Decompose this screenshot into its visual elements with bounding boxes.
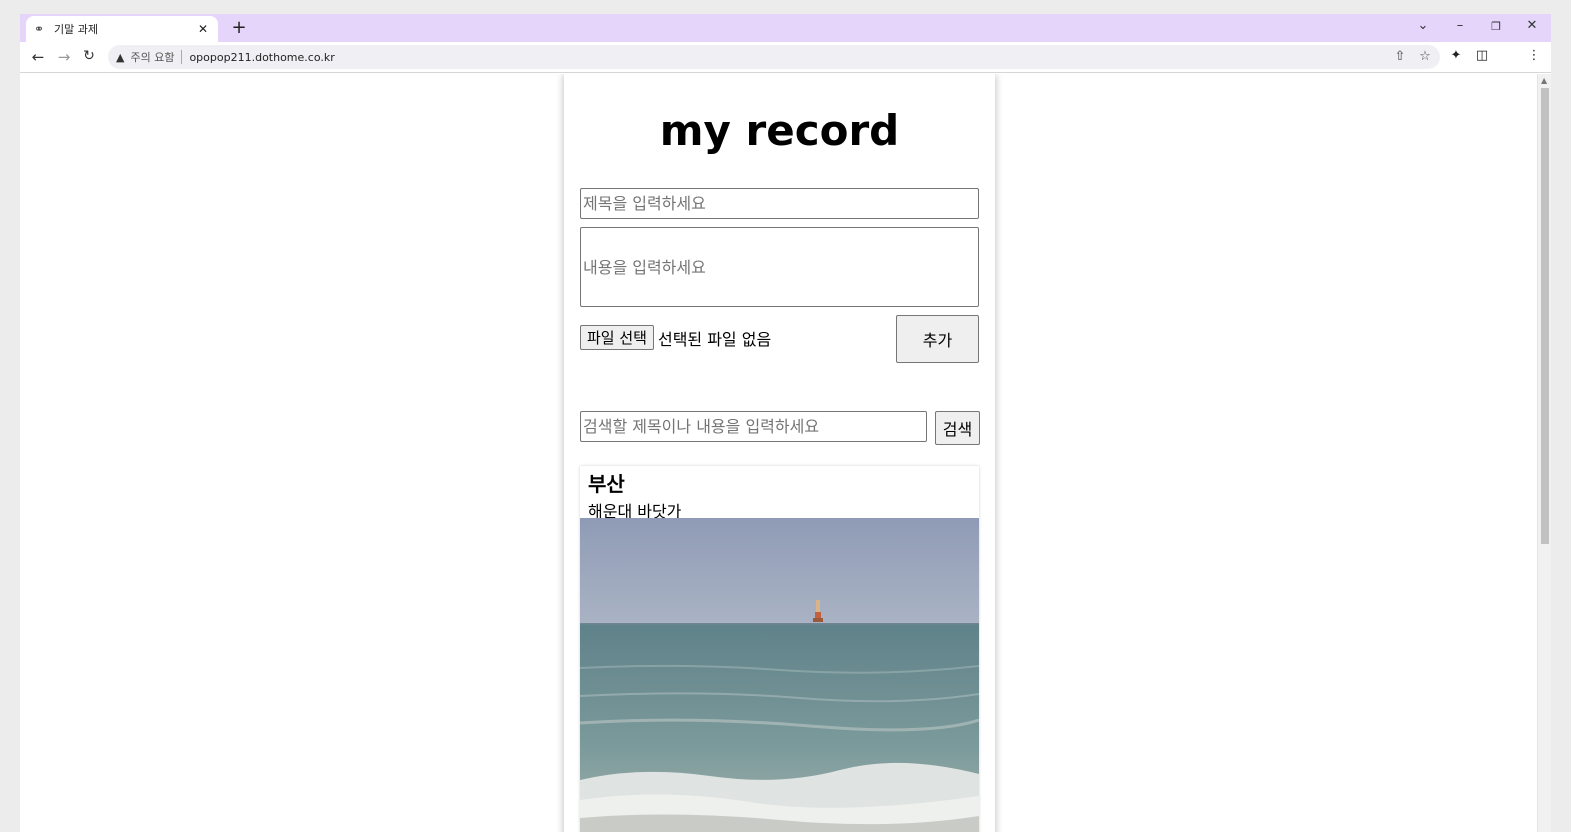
add-button[interactable]: 추가 (896, 315, 979, 363)
record-app-card: my record 파일 선택 선택된 파일 없음 추가 검색 부산 해운대 바… (564, 74, 995, 832)
sidepanel-icon[interactable]: ◫ (1473, 48, 1491, 63)
file-select-button[interactable]: 파일 선택 (580, 325, 654, 350)
back-arrow-icon[interactable]: ← (29, 48, 47, 66)
forward-arrow-icon[interactable]: → (55, 48, 73, 66)
page-title: my record (659, 106, 900, 155)
scroll-up-arrow-icon[interactable]: ▲ (1541, 76, 1547, 85)
page-scrollbar[interactable]: ▲ (1537, 74, 1551, 832)
browser-window: ⚭ 기말 과제 ✕ + ⌄ – ❐ ✕ ← → ↻ ▲ 주의 요함 opopop… (20, 14, 1551, 832)
page-viewport: my record 파일 선택 선택된 파일 없음 추가 검색 부산 해운대 바… (20, 74, 1551, 832)
puzzle-icon[interactable]: ✦ (1447, 48, 1465, 63)
close-icon[interactable]: ✕ (196, 22, 210, 36)
search-input[interactable] (580, 411, 927, 442)
record-photo (580, 518, 979, 832)
menu-dots-icon[interactable]: ⋮ (1525, 48, 1543, 63)
address-bar[interactable]: ▲ 주의 요함 opopop211.dothome.co.kr ⇧ ☆ (108, 45, 1440, 69)
browser-tab[interactable]: ⚭ 기말 과제 ✕ (26, 16, 218, 42)
title-input[interactable] (580, 188, 979, 219)
browser-toolbar: ← → ↻ ▲ 주의 요함 opopop211.dothome.co.kr ⇧ … (20, 42, 1551, 73)
tab-strip: ⚭ 기말 과제 ✕ + ⌄ – ❐ ✕ (20, 14, 1551, 42)
restore-icon[interactable]: ❐ (1486, 20, 1506, 33)
url-text[interactable]: opopop211.dothome.co.kr (189, 51, 334, 64)
content-input[interactable] (580, 227, 979, 307)
record-item: 부산 해운대 바닷가 (580, 466, 979, 832)
search-button[interactable]: 검색 (935, 411, 980, 445)
minimize-icon[interactable]: – (1450, 18, 1470, 33)
star-icon[interactable]: ☆ (1417, 49, 1433, 64)
plus-icon[interactable]: + (228, 17, 250, 38)
file-picker: 파일 선택 선택된 파일 없음 (580, 325, 771, 350)
record-title: 부산 (588, 472, 625, 496)
reload-icon[interactable]: ↻ (80, 48, 98, 64)
file-status: 선택된 파일 없음 (657, 329, 772, 349)
share-icon[interactable]: ⇧ (1392, 49, 1408, 64)
tab-title: 기말 과제 (54, 23, 98, 36)
scrollbar-thumb[interactable] (1541, 88, 1549, 544)
omnibox-divider (181, 50, 183, 64)
warning-icon[interactable]: ▲ (116, 51, 124, 64)
security-label[interactable]: 주의 요함 (130, 49, 174, 65)
window-close-icon[interactable]: ✕ (1522, 18, 1542, 33)
globe-icon: ⚭ (34, 22, 45, 36)
chevron-down-icon[interactable]: ⌄ (1413, 18, 1433, 33)
